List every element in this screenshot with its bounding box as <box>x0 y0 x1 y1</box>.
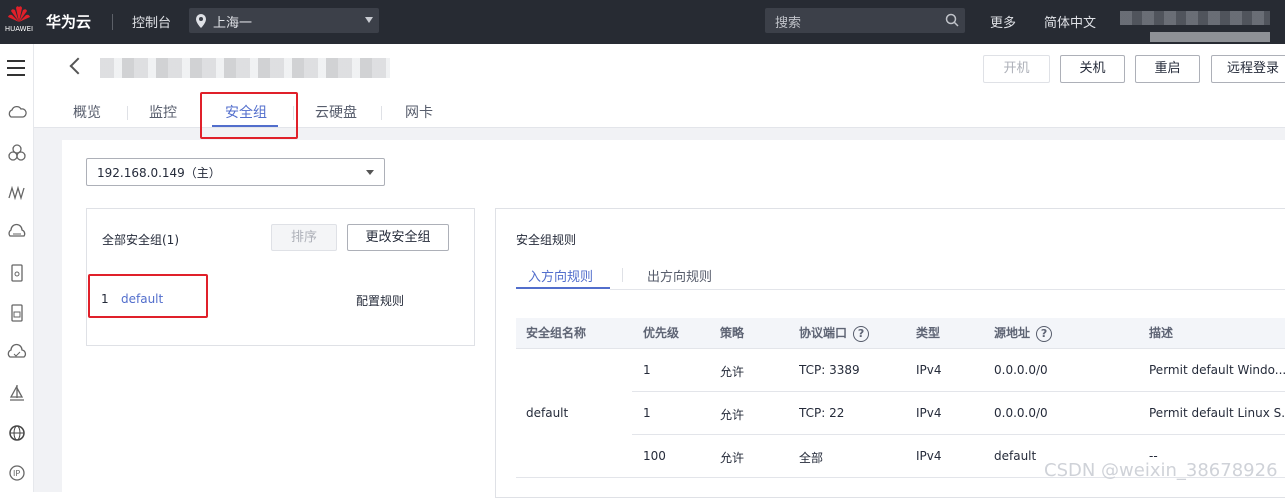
ecs-cloud-icon[interactable] <box>6 102 28 124</box>
stop-button[interactable]: 关机 <box>1060 55 1125 83</box>
user-account-blurred[interactable] <box>1120 11 1270 25</box>
nic-select-value: 192.168.0.149（主） <box>97 166 221 180</box>
column-header-priority: 优先级 <box>632 318 710 349</box>
subtab-baseline <box>610 289 1285 290</box>
huawei-flower-icon <box>8 6 30 22</box>
back-arrow-icon[interactable] <box>69 57 87 75</box>
group-name-cell: default <box>526 406 569 420</box>
storage-icon[interactable] <box>6 222 28 244</box>
region-label: 上海一 <box>213 16 253 31</box>
priority-cell: 100 <box>643 449 666 463</box>
column-header-source: 源地址? <box>984 318 1139 349</box>
tab-divider <box>381 106 382 120</box>
highlight-box-default-group <box>88 274 208 318</box>
highlight-box-security-tab <box>200 92 298 139</box>
network-icon[interactable] <box>6 182 28 204</box>
help-icon[interactable]: ? <box>853 325 870 342</box>
policy-cell: 允许 <box>720 451 745 465</box>
account-dropdown-blurred <box>1150 32 1270 42</box>
column-header-description: 描述 <box>1139 318 1285 349</box>
configure-rules-link[interactable]: 配置规则 <box>356 292 404 309</box>
search-placeholder: 搜索 <box>775 16 802 31</box>
row-divider <box>632 391 1285 392</box>
policy-cell: 允许 <box>720 408 745 422</box>
brand-name[interactable]: 华为云 <box>46 11 91 32</box>
cluster-icon[interactable] <box>6 142 28 164</box>
sailboat-icon[interactable] <box>6 382 28 404</box>
svg-text:IP: IP <box>13 469 20 478</box>
header-divider <box>516 348 1285 349</box>
help-icon[interactable]: ? <box>1036 325 1053 342</box>
column-header-policy: 策略 <box>710 318 788 349</box>
language-selector[interactable]: 简体中文 <box>1044 12 1096 31</box>
tab-divider <box>127 106 128 120</box>
active-subtab-indicator <box>516 287 610 289</box>
port-cell: TCP: 22 <box>799 406 845 420</box>
sort-button[interactable]: 排序 <box>271 224 337 251</box>
panel-title: 全部安全组(1) <box>102 233 179 247</box>
rules-title: 安全组规则 <box>516 233 577 247</box>
row-divider <box>632 434 1285 435</box>
hamburger-menu-icon[interactable] <box>7 60 25 81</box>
logo-text: HUAWEI <box>4 25 34 33</box>
policy-cell: 允许 <box>720 365 745 379</box>
top-navigation-bar: HUAWEI 华为云 控制台 上海一 搜索 更多 简体中文 <box>0 0 1285 44</box>
console-link[interactable]: 控制台 <box>132 12 171 31</box>
region-selector[interactable]: 上海一 <box>189 8 379 33</box>
chevron-down-icon <box>365 17 373 23</box>
start-button[interactable]: 开机 <box>983 55 1050 83</box>
source-cell: 0.0.0.0/0 <box>994 406 1048 420</box>
port-cell: TCP: 3389 <box>799 363 860 377</box>
column-header-protocol-port: 协议端口? <box>788 318 906 349</box>
more-menu[interactable]: 更多 <box>990 12 1016 31</box>
tab-cloud-disk[interactable]: 云硬盘 <box>315 102 357 122</box>
subtab-divider <box>622 268 623 282</box>
tab-nic[interactable]: 网卡 <box>405 102 433 122</box>
change-security-group-button[interactable]: 更改安全组 <box>347 224 449 251</box>
priority-cell: 1 <box>643 363 651 377</box>
tab-outbound-rules[interactable]: 出方向规则 <box>647 266 712 285</box>
type-cell: IPv4 <box>916 363 942 377</box>
huawei-logo[interactable]: HUAWEI <box>4 4 34 40</box>
service-sidebar: IP <box>0 44 34 492</box>
remote-login-button[interactable]: 远程登录 <box>1211 55 1285 83</box>
column-header-type: 类型 <box>906 318 984 349</box>
nic-select[interactable]: 192.168.0.149（主） <box>86 158 385 186</box>
description-cell: Permit default Linux S... <box>1149 406 1285 420</box>
source-cell: 0.0.0.0/0 <box>994 363 1048 377</box>
divider <box>112 14 113 30</box>
csdn-watermark: CSDN @weixin_38678926 <box>1044 460 1278 481</box>
type-cell: IPv4 <box>916 406 942 420</box>
source-default-link[interactable]: default <box>994 449 1036 463</box>
cloud-check-icon[interactable] <box>6 342 28 364</box>
globe-icon[interactable] <box>6 422 28 444</box>
security-group-rules-panel <box>495 208 1285 498</box>
restart-button[interactable]: 重启 <box>1135 55 1200 83</box>
column-label: 源地址 <box>994 326 1031 340</box>
search-icon[interactable] <box>945 13 959 27</box>
type-cell: IPv4 <box>916 449 942 463</box>
location-pin-icon <box>196 14 206 28</box>
priority-cell: 1 <box>643 406 651 420</box>
tab-inbound-rules[interactable]: 入方向规则 <box>528 266 593 285</box>
tab-monitoring[interactable]: 监控 <box>149 102 177 122</box>
tab-overview[interactable]: 概览 <box>73 102 101 122</box>
chevron-down-icon <box>366 170 374 175</box>
column-header-group-name: 安全组名称 <box>516 318 632 349</box>
ip-address-icon[interactable]: IP <box>6 462 28 484</box>
search-input[interactable]: 搜索 <box>765 8 965 33</box>
instance-name-blurred <box>100 58 390 78</box>
column-label: 协议端口 <box>799 326 848 340</box>
mobile-device-icon[interactable] <box>6 262 28 284</box>
description-cell: Permit default Windo... <box>1149 363 1285 377</box>
port-cell: 全部 <box>799 451 824 465</box>
document-icon[interactable] <box>6 302 28 324</box>
